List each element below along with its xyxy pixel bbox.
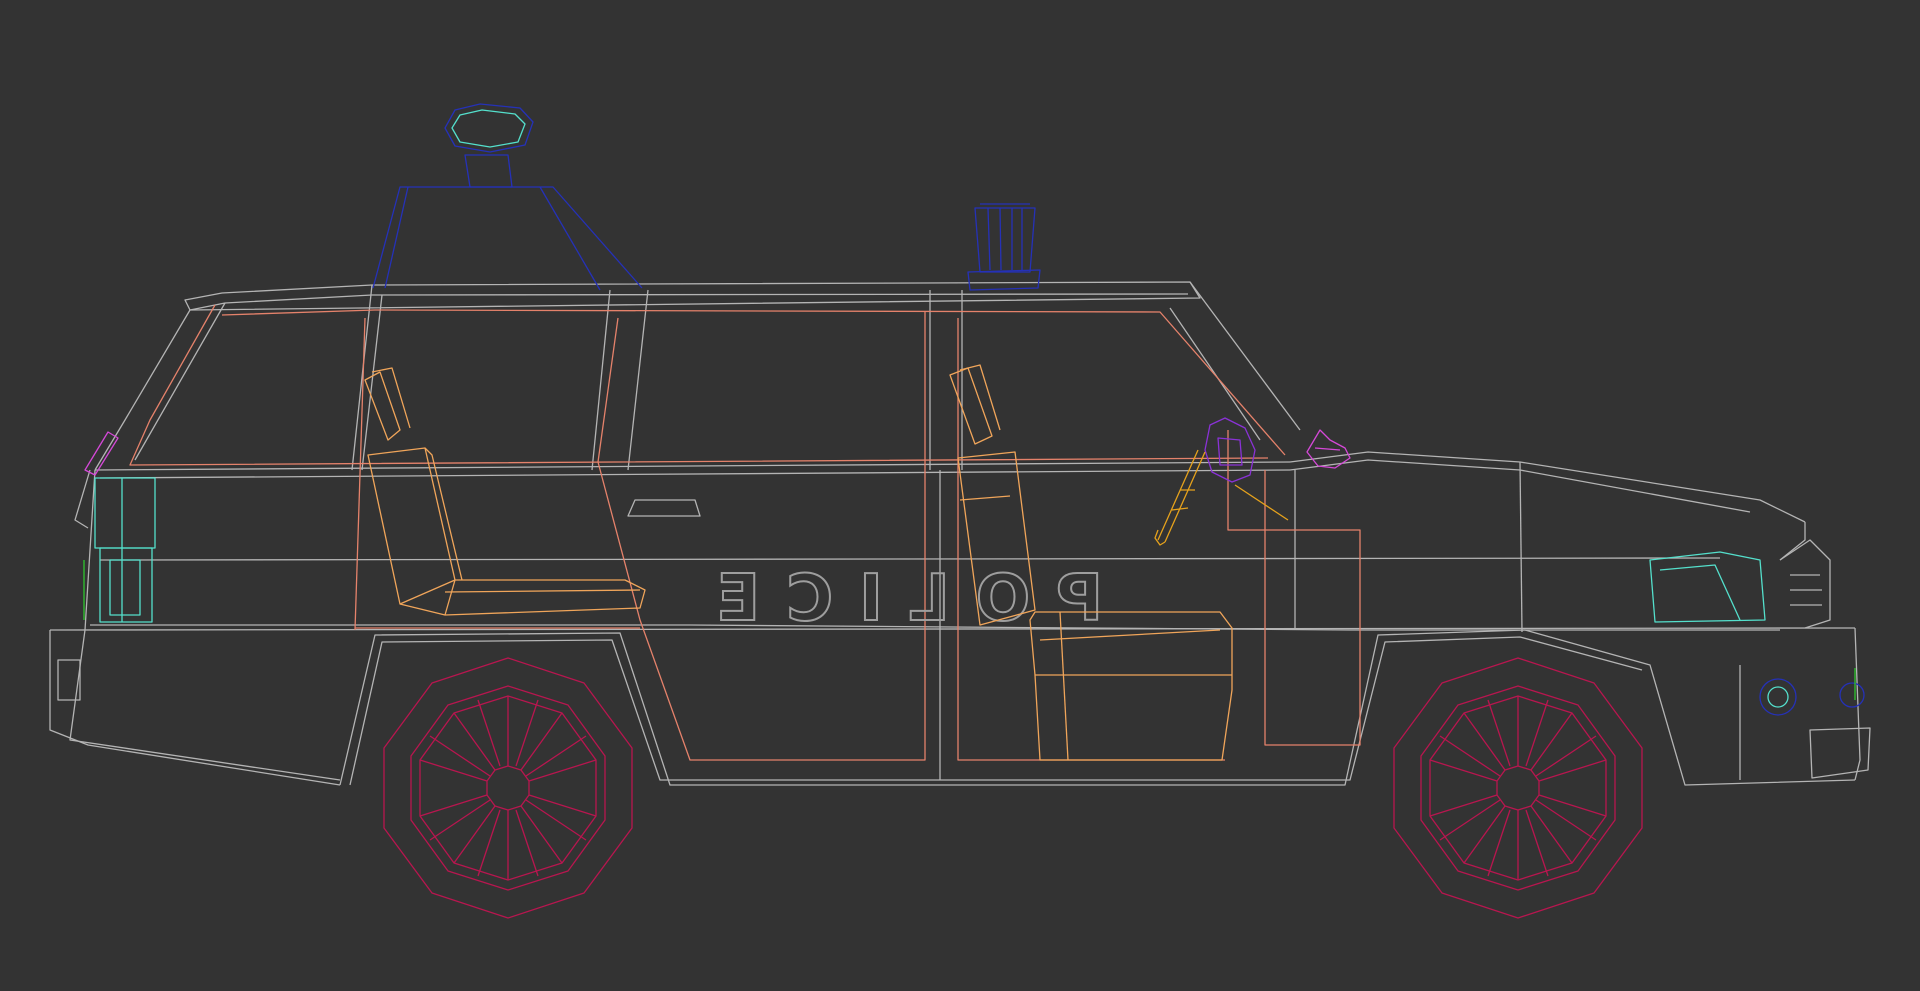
beacon-light[interactable] [967, 203, 1041, 291]
door-decal: POLICE [689, 561, 1104, 637]
cabin-frame-wireframe[interactable] [129, 304, 1361, 761]
wireframe-scene[interactable]: POLICE [0, 0, 1920, 991]
rear-mirror[interactable] [84, 431, 119, 476]
car-body-wireframe[interactable] [49, 281, 1871, 786]
side-mirror[interactable] [1306, 429, 1351, 469]
rear-light-cluster[interactable] [83, 477, 156, 623]
rear-seat[interactable] [364, 367, 646, 616]
steering-wheel[interactable] [1154, 417, 1289, 546]
front-wheel[interactable] [1393, 657, 1643, 919]
rear-wheel[interactable] [383, 657, 633, 919]
police-door-label: POLICE [690, 562, 1103, 636]
roof-light-tower[interactable] [372, 103, 643, 291]
headlight[interactable] [1649, 551, 1865, 716]
viewport[interactable]: POLICE [0, 0, 1920, 991]
